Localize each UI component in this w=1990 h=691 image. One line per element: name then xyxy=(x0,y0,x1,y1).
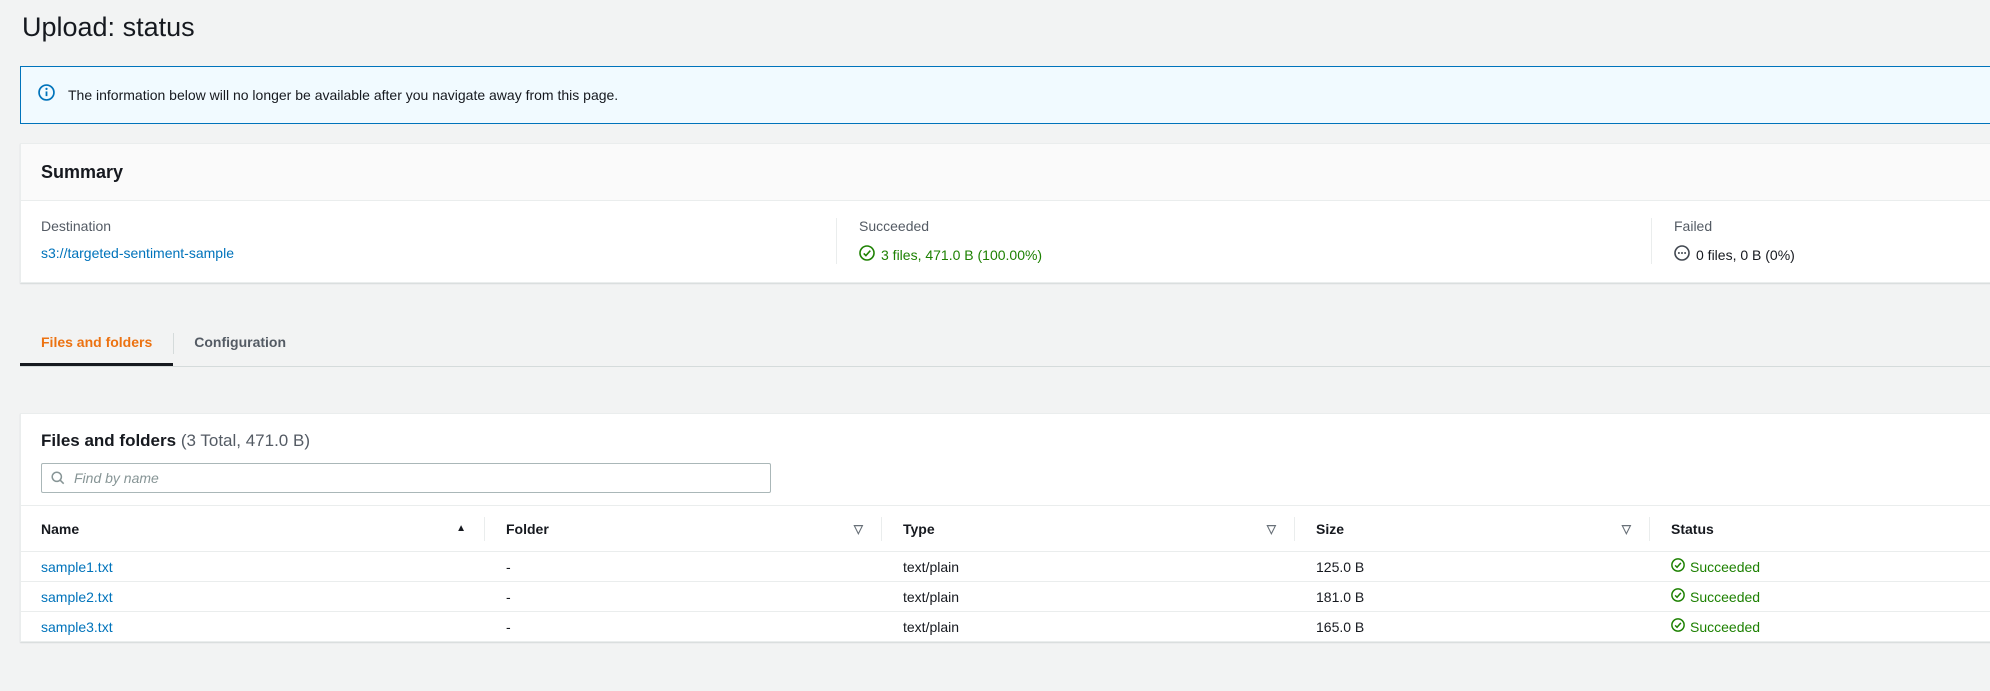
tab-bar: Files and folders Configuration xyxy=(20,320,1990,367)
check-circle-icon xyxy=(1671,558,1685,575)
column-header-size[interactable]: Size ▽ xyxy=(1294,505,1649,552)
status-cell: Succeeded xyxy=(1649,612,1990,642)
column-header-folder[interactable]: Folder ▽ xyxy=(484,505,881,552)
find-by-name-input[interactable] xyxy=(41,463,771,493)
summary-failed-column: Failed 0 files, 0 B (0%) xyxy=(1651,218,1990,264)
folder-cell: - xyxy=(506,618,511,635)
search-box xyxy=(41,463,771,493)
succeeded-label: Succeeded xyxy=(859,218,930,234)
files-table-body: sample1.txt - text/plain 125.0 B Succeed… xyxy=(21,551,1990,642)
file-name-link[interactable]: sample3.txt xyxy=(41,619,113,635)
status-text: Succeeded xyxy=(1690,588,1761,605)
size-cell: 165.0 B xyxy=(1316,618,1365,635)
tab-files-and-folders[interactable]: Files and folders xyxy=(20,320,173,366)
size-cell: 125.0 B xyxy=(1294,551,1649,582)
filter-caret-icon[interactable]: ▽ xyxy=(1622,523,1631,535)
column-header-name[interactable]: Name ▲ xyxy=(21,505,484,552)
succeeded-value: 3 files, 471.0 B (100.00%) xyxy=(881,246,1043,263)
summary-panel: Summary Destination s3://targeted-sentim… xyxy=(20,143,1990,283)
type-cell: text/plain xyxy=(881,581,1294,612)
summary-destination-column: Destination s3://targeted-sentiment-samp… xyxy=(21,218,836,264)
status-cell: Succeeded xyxy=(1649,581,1990,612)
table-row: sample3.txt - text/plain 165.0 B Succeed… xyxy=(21,612,1990,642)
table-header-row: Name ▲ Folder ▽ Type ▽ Size ▽ Status xyxy=(21,505,1990,552)
check-circle-icon xyxy=(1671,618,1685,635)
file-name-link[interactable]: sample2.txt xyxy=(41,589,113,605)
status-text: Succeeded xyxy=(1690,618,1761,635)
summary-title: Summary xyxy=(41,161,124,182)
table-row: sample1.txt - text/plain 125.0 B Succeed… xyxy=(21,551,1990,582)
page-title: Upload: status xyxy=(22,12,195,42)
check-circle-icon xyxy=(1671,588,1685,605)
info-icon xyxy=(38,84,55,106)
search-icon xyxy=(50,470,66,491)
files-table: Name ▲ Folder ▽ Type ▽ Size ▽ Status sam… xyxy=(21,505,1990,642)
type-cell: text/plain xyxy=(881,551,1294,582)
status-cell: Succeeded xyxy=(1649,551,1990,582)
column-header-type[interactable]: Type ▽ xyxy=(881,505,1294,552)
ellipsis-circle-icon xyxy=(1674,245,1690,264)
summary-panel-header: Summary xyxy=(21,144,1990,201)
filter-caret-icon[interactable]: ▽ xyxy=(1267,523,1276,535)
status-text: Succeeded xyxy=(1690,558,1761,575)
files-panel-header: Files and folders (3 Total, 471.0 B) xyxy=(21,414,1990,451)
banner-message: The information below will no longer be … xyxy=(68,87,619,103)
check-circle-icon xyxy=(859,245,875,264)
filter-caret-icon[interactable]: ▽ xyxy=(854,523,863,535)
folder-cell: - xyxy=(484,581,881,612)
info-banner: The information below will no longer be … xyxy=(20,66,1990,124)
failed-value: 0 files, 0 B (0%) xyxy=(1696,246,1795,263)
summary-body: Destination s3://targeted-sentiment-samp… xyxy=(21,201,1990,264)
sort-ascending-icon[interactable]: ▲ xyxy=(456,523,466,534)
table-row: sample2.txt - text/plain 181.0 B Succeed… xyxy=(21,581,1990,612)
tab-configuration[interactable]: Configuration xyxy=(173,320,307,366)
destination-link[interactable]: s3://targeted-sentiment-sample xyxy=(41,245,234,261)
column-header-status[interactable]: Status ▽ xyxy=(1649,505,1990,552)
folder-cell: - xyxy=(484,551,881,582)
files-count-summary: (3 Total, 471.0 B) xyxy=(180,431,310,450)
type-cell: text/plain xyxy=(903,618,960,635)
upload-status-page: Upload: status The information below wil… xyxy=(0,0,1990,691)
size-cell: 181.0 B xyxy=(1294,581,1649,612)
summary-succeeded-column: Succeeded 3 files, 471.0 B (100.00%) xyxy=(836,218,1651,264)
files-panel-title: Files and folders xyxy=(41,431,177,450)
file-name-link[interactable]: sample1.txt xyxy=(41,559,113,575)
failed-label: Failed xyxy=(1674,218,1713,234)
destination-label: Destination xyxy=(41,218,112,234)
files-and-folders-panel: Files and folders (3 Total, 471.0 B) Fin… xyxy=(20,413,1990,642)
